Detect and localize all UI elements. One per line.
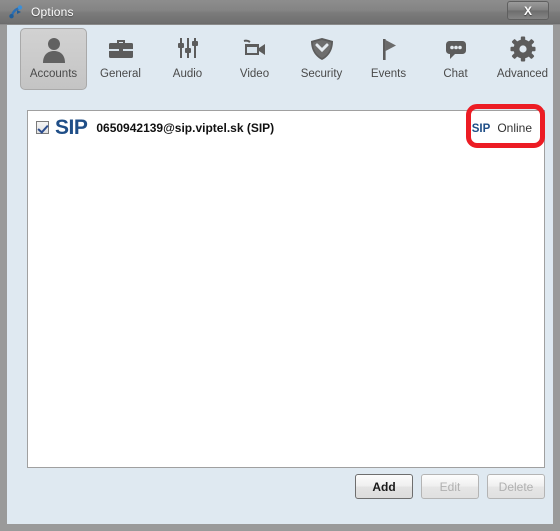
tab-label: General <box>100 68 141 80</box>
delete-button[interactable]: Delete <box>487 474 545 499</box>
shield-icon <box>307 34 337 64</box>
tab-label: Video <box>239 68 270 80</box>
tab-label: Security <box>300 68 343 80</box>
close-icon: X <box>523 3 532 18</box>
tab-label: Accounts <box>29 68 78 80</box>
tab-audio[interactable]: Audio <box>154 28 221 90</box>
status-badge: Online <box>497 120 532 135</box>
options-toolbar: Accounts General Audio Video Security Ev… <box>20 28 556 90</box>
add-button[interactable]: Add <box>355 474 413 499</box>
speech-bubble-icon <box>441 34 471 64</box>
titlebar-divider <box>0 23 560 25</box>
tab-label: Chat <box>443 68 468 80</box>
protocol-logo: SIP <box>55 115 88 139</box>
tab-security[interactable]: Security <box>288 28 355 90</box>
gear-icon <box>508 34 538 64</box>
options-dialog: Options X Accounts General Audio Video S… <box>0 0 560 531</box>
tab-label: Audio <box>172 68 203 80</box>
account-status[interactable]: SIP Online <box>472 121 532 135</box>
tab-general[interactable]: General <box>87 28 154 90</box>
account-row[interactable]: SIP 0650942139@sip.viptel.sk (SIP) SIP O… <box>28 111 544 144</box>
edit-button[interactable]: Edit <box>421 474 479 499</box>
status-protocol-label: SIP <box>471 122 491 135</box>
tab-label: Events <box>370 68 407 80</box>
tab-chat[interactable]: Chat <box>422 28 489 90</box>
account-enabled-checkbox[interactable] <box>36 121 49 134</box>
briefcase-icon <box>106 34 136 64</box>
accounts-list[interactable]: SIP 0650942139@sip.viptel.sk (SIP) SIP O… <box>27 110 545 468</box>
flag-icon <box>374 34 404 64</box>
tab-events[interactable]: Events <box>355 28 422 90</box>
tab-advanced[interactable]: Advanced <box>489 28 556 90</box>
tab-label: Advanced <box>496 68 549 80</box>
tab-accounts[interactable]: Accounts <box>20 28 87 90</box>
title-bar: Options X <box>0 0 560 23</box>
close-button[interactable]: X <box>507 1 549 20</box>
dialog-footer: Add Edit Delete <box>27 474 545 499</box>
window-title: Options <box>31 4 74 19</box>
person-icon <box>39 34 69 64</box>
sliders-icon <box>173 34 203 64</box>
jitsi-app-icon <box>8 4 24 20</box>
camcorder-icon <box>240 34 270 64</box>
tab-video[interactable]: Video <box>221 28 288 90</box>
account-name: 0650942139@sip.viptel.sk (SIP) <box>96 120 275 135</box>
